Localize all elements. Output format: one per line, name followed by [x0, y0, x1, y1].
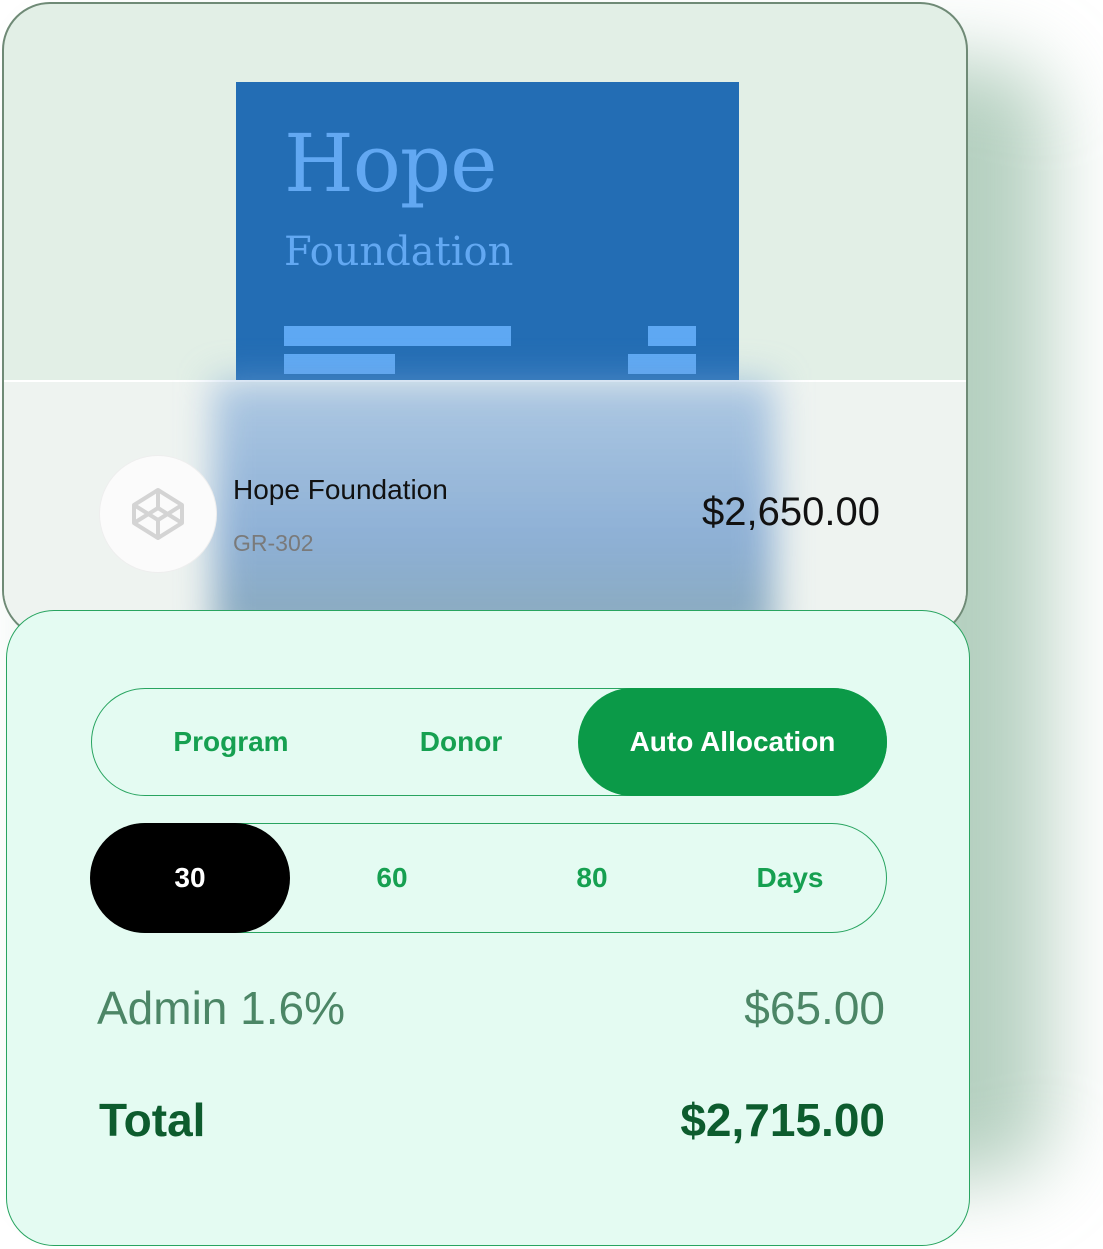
admin-fee-label: Admin 1.6%: [97, 982, 346, 1034]
document-line: [628, 354, 696, 374]
payee-card: Hope Foundation Hope Foundation GR-302 $…: [2, 2, 968, 638]
term-selector: 30 60 80 Days: [90, 823, 888, 933]
total-value: $2,715.00: [680, 1094, 885, 1146]
document-preview: Hope Foundation: [236, 82, 739, 380]
tab-auto-allocation[interactable]: Auto Allocation: [578, 688, 887, 796]
tab-program[interactable]: Program: [92, 689, 370, 795]
allocation-selector: Program Donor Auto Allocation: [91, 688, 887, 796]
allocation-card: Program Donor Auto Allocation 30 60 80 D…: [6, 610, 970, 1246]
document-line: [648, 326, 696, 346]
total-label: Total: [99, 1094, 206, 1146]
term-days[interactable]: Days: [692, 824, 888, 932]
document-blur: [214, 380, 774, 636]
document-line: [284, 354, 395, 374]
term-30[interactable]: 30: [90, 823, 290, 933]
term-60[interactable]: 60: [292, 824, 492, 932]
term-80[interactable]: 80: [492, 824, 692, 932]
tab-donor[interactable]: Donor: [352, 689, 570, 795]
avatar: [100, 456, 216, 572]
codepen-cube-icon: [132, 488, 184, 540]
document-title: Hope: [284, 117, 497, 210]
document-line: [284, 326, 511, 346]
payee-id: GR-302: [233, 530, 314, 556]
payee-amount: $2,650.00: [702, 490, 880, 534]
payee-name: Hope Foundation: [233, 474, 448, 505]
document-subtitle: Foundation: [284, 229, 514, 275]
admin-fee-value: $65.00: [744, 982, 885, 1034]
